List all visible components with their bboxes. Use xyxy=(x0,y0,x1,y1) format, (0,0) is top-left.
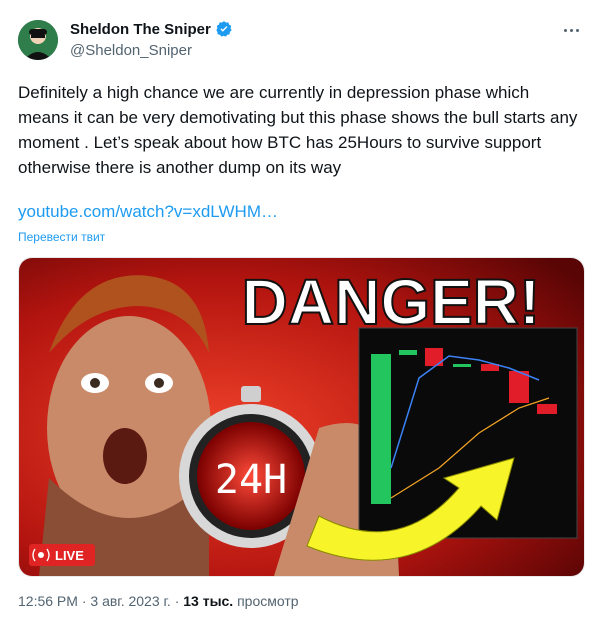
author-display-name[interactable]: Sheldon The Sniper xyxy=(70,21,211,38)
candle xyxy=(537,404,557,414)
tweet-link[interactable]: youtube.com/watch?v=xdLWHM… xyxy=(18,202,278,222)
tweet-date[interactable]: 3 авг. 2023 г. xyxy=(90,593,170,609)
views-label: просмотр xyxy=(237,593,299,609)
tweet-text: Definitely a high chance we are currentl… xyxy=(18,83,583,177)
views-count: 13 тыс. xyxy=(183,593,234,609)
tweet-meta: 12:56 PM · 3 авг. 2023 г. · 13 тыс. прос… xyxy=(18,593,299,609)
author-name-row: Sheldon The Sniper xyxy=(70,20,233,38)
avatar-image xyxy=(18,20,58,60)
verified-badge-icon xyxy=(216,21,232,37)
meta-separator: · xyxy=(174,593,180,609)
live-label: LIVE xyxy=(55,548,84,563)
more-dot-icon xyxy=(575,28,579,32)
author-handle[interactable]: @Sheldon_Sniper xyxy=(70,42,192,59)
candle xyxy=(399,350,417,355)
person-illustration xyxy=(39,275,211,576)
candle xyxy=(509,371,529,403)
candle xyxy=(371,354,391,504)
translate-tweet-link[interactable]: Перевести твит xyxy=(18,230,105,244)
avatar[interactable] xyxy=(18,20,58,60)
more-dot-icon xyxy=(569,28,573,32)
candle xyxy=(453,364,471,367)
meta-separator: · xyxy=(81,593,87,609)
tweet-time[interactable]: 12:56 PM xyxy=(18,593,78,609)
tweet-card: Sheldon The Sniper @Sheldon_Sniper Defin… xyxy=(0,0,600,617)
video-thumbnail[interactable]: 24H DANGER! LIVE xyxy=(18,257,585,577)
timer-text: 24H xyxy=(215,457,287,503)
more-options-button[interactable] xyxy=(560,20,582,40)
thumbnail-headline: DANGER! xyxy=(242,266,541,338)
thumbnail-artwork: 24H DANGER! LIVE xyxy=(19,258,584,576)
more-dot-icon xyxy=(563,28,567,32)
